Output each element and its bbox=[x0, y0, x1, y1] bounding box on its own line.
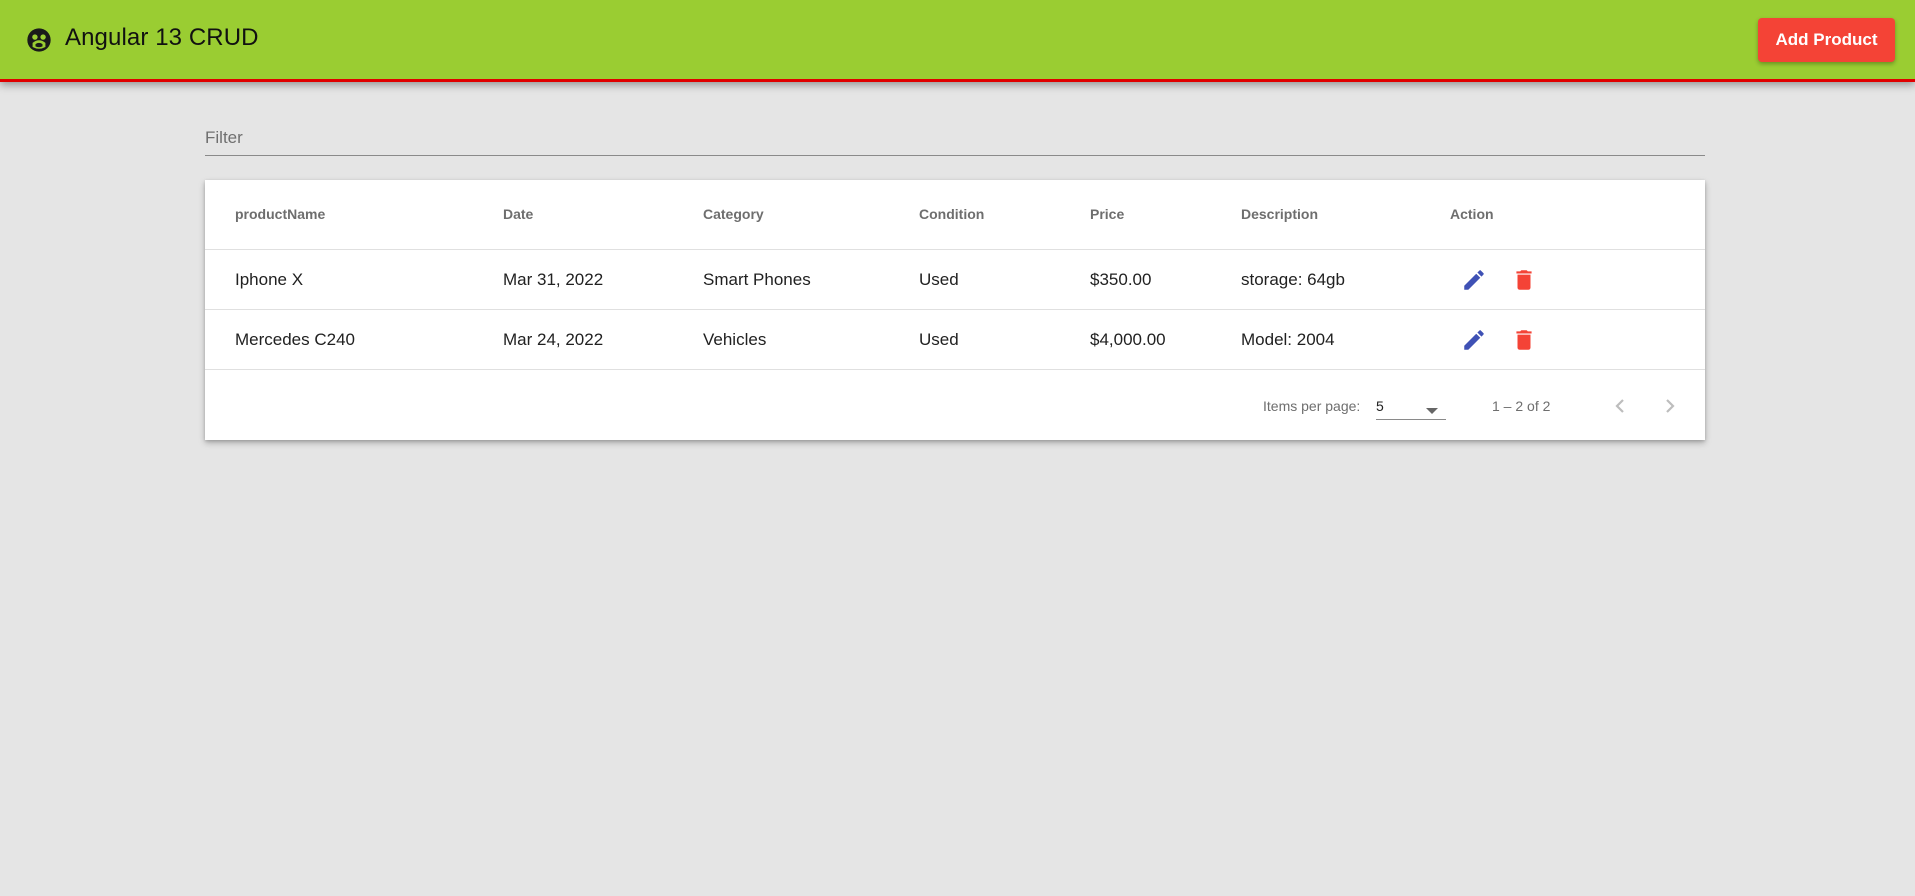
edit-button[interactable] bbox=[1460, 266, 1488, 294]
items-per-page-label: Items per page: bbox=[1263, 398, 1361, 414]
face-icon bbox=[25, 26, 53, 54]
cell-product-name: Iphone X bbox=[235, 270, 304, 289]
edit-icon bbox=[1464, 330, 1484, 350]
cell-description: storage: 64gb bbox=[1241, 270, 1345, 289]
column-header-date[interactable]: Date bbox=[503, 206, 533, 222]
column-header-action: Action bbox=[1450, 206, 1494, 222]
column-header-price[interactable]: Price bbox=[1090, 206, 1124, 222]
column-header-description[interactable]: Description bbox=[1241, 206, 1318, 222]
items-per-page-select[interactable]: 5 bbox=[1376, 392, 1446, 420]
cell-price: $350.00 bbox=[1090, 270, 1152, 289]
top-toolbar: Angular 13 CRUD Add Product bbox=[0, 0, 1915, 79]
app-title: Angular 13 CRUD bbox=[65, 24, 259, 51]
add-product-button[interactable]: Add Product bbox=[1758, 18, 1895, 62]
cell-category: Smart Phones bbox=[703, 270, 811, 289]
previous-page-button[interactable] bbox=[1604, 390, 1636, 422]
cell-product-name: Mercedes C240 bbox=[235, 330, 356, 349]
chevron-right-icon bbox=[1666, 399, 1675, 413]
cell-condition: Used bbox=[919, 270, 959, 289]
table-row: Iphone X Mar 31, 2022 Smart Phones Used … bbox=[205, 250, 1705, 310]
cell-condition: Used bbox=[919, 330, 959, 349]
next-page-button[interactable] bbox=[1654, 390, 1686, 422]
chevron-left-icon bbox=[1615, 399, 1624, 413]
cell-description: Model: 2004 bbox=[1241, 330, 1335, 349]
dropdown-arrow-icon bbox=[1426, 402, 1438, 418]
cell-date: Mar 24, 2022 bbox=[503, 330, 604, 349]
column-header-productname[interactable]: productName bbox=[235, 206, 325, 222]
items-per-page-value: 5 bbox=[1376, 398, 1384, 414]
column-header-condition[interactable]: Condition bbox=[919, 206, 984, 222]
edit-button[interactable] bbox=[1460, 326, 1488, 354]
delete-icon bbox=[1516, 330, 1532, 350]
products-table-card: productName Date Category Condition Pric… bbox=[205, 180, 1705, 440]
edit-icon bbox=[1464, 270, 1484, 290]
paginator: Items per page: 5 1 – 2 of 2 bbox=[205, 370, 1705, 440]
delete-icon bbox=[1516, 270, 1532, 290]
table-row: Mercedes C240 Mar 24, 2022 Vehicles Used… bbox=[205, 310, 1705, 370]
cell-category: Vehicles bbox=[703, 330, 767, 349]
filter-field[interactable] bbox=[205, 120, 1705, 156]
delete-button[interactable] bbox=[1510, 326, 1538, 354]
table-header-row: productName Date Category Condition Pric… bbox=[205, 180, 1705, 250]
column-header-category[interactable]: Category bbox=[703, 206, 764, 222]
cell-date: Mar 31, 2022 bbox=[503, 270, 604, 289]
cell-price: $4,000.00 bbox=[1090, 330, 1166, 349]
filter-input[interactable] bbox=[205, 126, 1705, 150]
delete-button[interactable] bbox=[1510, 266, 1538, 294]
page-range-label: 1 – 2 of 2 bbox=[1492, 398, 1551, 414]
